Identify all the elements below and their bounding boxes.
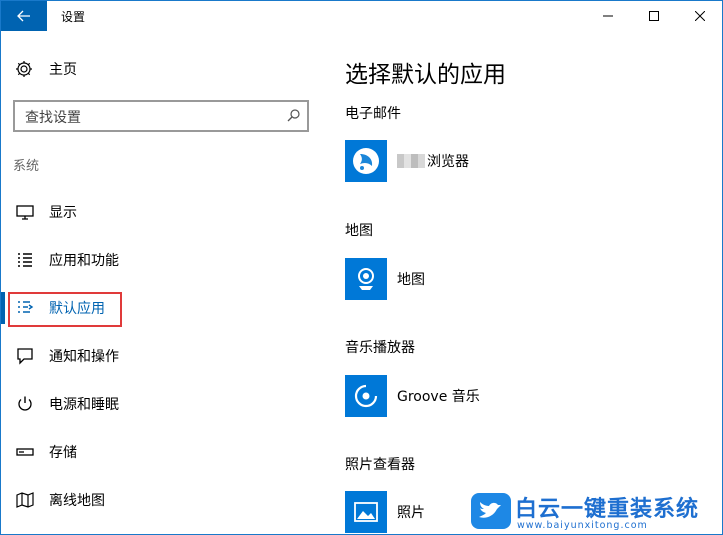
browser-icon — [345, 140, 387, 182]
title-bar: 设置 — [1, 1, 722, 31]
sidebar-item-label: 存储 — [49, 445, 77, 461]
power-icon — [18, 396, 32, 411]
app-name: 照片 — [397, 505, 425, 521]
maximize-button[interactable] — [631, 1, 677, 31]
sidebar-item-label: 通知和操作 — [49, 349, 119, 365]
search-input[interactable]: 查找设置 — [13, 100, 309, 132]
sidebar-item-notifications[interactable]: 通知和操作 — [1, 336, 321, 376]
sidebar-item-label: 应用和功能 — [49, 253, 119, 269]
default-app-photos-button[interactable]: 照片 — [345, 490, 425, 534]
default-app-music-button[interactable]: Groove 音乐 — [345, 374, 480, 418]
category-label-maps: 地图 — [345, 223, 373, 239]
sidebar-item-label: 离线地图 — [49, 493, 105, 509]
list-icon — [18, 253, 32, 267]
highlight-box — [8, 292, 122, 327]
redacted-blur — [397, 154, 425, 168]
back-arrow-icon — [17, 10, 30, 22]
watermark: 白云一键重装系统 www.baiyunxitong.com — [471, 491, 721, 534]
sidebar-item-storage[interactable]: 存储 — [1, 432, 321, 472]
category-label-music: 音乐播放器 — [345, 340, 415, 356]
app-name-text: 浏览器 — [427, 154, 469, 170]
photos-icon — [345, 491, 387, 533]
category-label-photos: 照片查看器 — [345, 457, 415, 473]
minimize-button[interactable] — [585, 1, 631, 31]
settings-window: 设置 主页 查找设置 系统 显示 应用和功能 默认应用 通知和操作 电源和睡眠 … — [0, 0, 723, 535]
search-icon[interactable] — [287, 108, 301, 122]
maps-app-icon — [345, 258, 387, 300]
default-app-maps-button[interactable]: 地图 — [345, 257, 425, 301]
map-icon — [16, 492, 34, 508]
search-placeholder: 查找设置 — [25, 110, 81, 126]
gear-icon — [16, 61, 32, 77]
sidebar-item-display[interactable]: 显示 — [1, 192, 321, 232]
close-button[interactable] — [677, 1, 722, 31]
app-name: Groove 音乐 — [397, 389, 480, 405]
notification-icon — [17, 348, 33, 365]
sidebar-item-offline-maps[interactable]: 离线地图 — [1, 480, 321, 520]
default-app-email-button[interactable]: 浏览器 — [345, 139, 469, 183]
section-label-system: 系统 — [13, 159, 40, 174]
sidebar-item-label: 显示 — [49, 205, 77, 221]
app-name: 浏览器 — [397, 151, 469, 171]
twitter-bird-logo — [471, 493, 511, 529]
storage-icon — [16, 448, 34, 456]
maximize-icon — [649, 11, 659, 21]
minimize-icon — [603, 15, 613, 17]
app-name: 地图 — [397, 272, 425, 288]
category-label-email: 电子邮件 — [345, 106, 401, 122]
close-icon — [695, 11, 705, 21]
sidebar-item-apps-features[interactable]: 应用和功能 — [1, 240, 321, 280]
watermark-url: www.baiyunxitong.com — [517, 520, 648, 531]
sidebar-item-power-sleep[interactable]: 电源和睡眠 — [1, 384, 321, 424]
window-title: 设置 — [61, 10, 86, 24]
back-button[interactable] — [1, 1, 47, 31]
monitor-icon — [16, 205, 34, 220]
nav-home-label: 主页 — [49, 62, 77, 78]
page-title: 选择默认的应用 — [345, 62, 506, 88]
watermark-title: 白云一键重装系统 — [515, 497, 700, 522]
groove-music-icon — [345, 375, 387, 417]
nav-home[interactable]: 主页 — [15, 57, 77, 81]
sidebar-item-label: 电源和睡眠 — [49, 397, 119, 413]
